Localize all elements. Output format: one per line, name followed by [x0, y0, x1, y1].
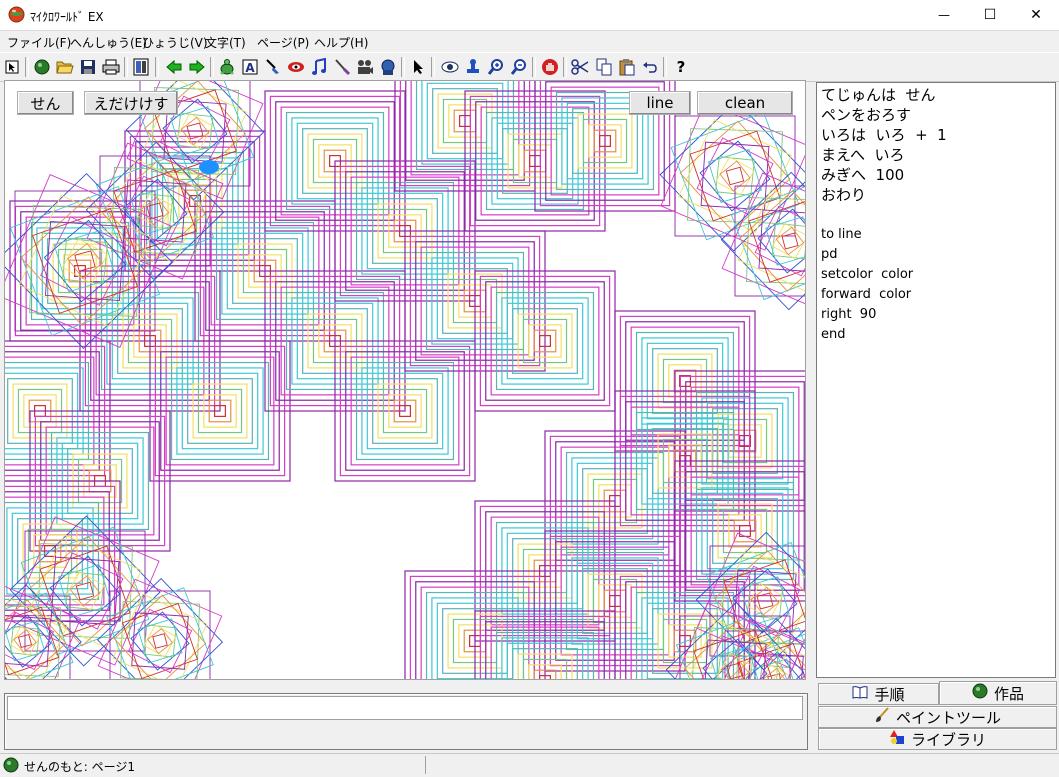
menu-help[interactable]: ヘルプ(H) — [314, 34, 368, 51]
toolbar: A ? — [0, 52, 1059, 82]
stamp-icon[interactable] — [463, 57, 483, 77]
command-area — [4, 693, 808, 750]
planet-icon[interactable] — [32, 57, 52, 77]
close-button[interactable]: ✕ — [1013, 0, 1059, 30]
select-arrow-icon[interactable] — [408, 57, 428, 77]
turtle-sprite[interactable] — [199, 160, 219, 174]
code-line: ペンをおろす — [821, 106, 912, 124]
edakesu-button-label: えだけけす — [93, 94, 169, 113]
book-icon — [852, 685, 868, 703]
help-icon[interactable]: ? — [671, 57, 691, 77]
line-button[interactable]: line — [629, 91, 691, 115]
open-folder-icon[interactable] — [55, 57, 75, 77]
film-icon[interactable] — [355, 57, 375, 77]
back-arrow-icon[interactable] — [164, 57, 184, 77]
minimize-icon: — — [938, 8, 950, 22]
code-line: end — [821, 327, 846, 342]
sound-icon[interactable] — [378, 57, 398, 77]
tab-paint-tool-label: ペイントツール — [895, 708, 1001, 727]
sen-button-label: せん — [30, 94, 61, 113]
code-line: forward color — [821, 287, 912, 302]
undo-icon[interactable] — [640, 57, 660, 77]
turtle-icon[interactable] — [217, 57, 237, 77]
app-globe-icon — [8, 6, 25, 23]
close-icon: ✕ — [1030, 7, 1042, 23]
eye-mask-icon[interactable] — [286, 57, 306, 77]
menu-page[interactable]: ページ(P) — [257, 34, 309, 51]
pointer-icon[interactable] — [2, 57, 22, 77]
brush-icon[interactable] — [332, 57, 352, 77]
line-button-label: line — [646, 94, 674, 112]
planet-icon — [3, 757, 19, 773]
maximize-icon: ☐ — [983, 7, 997, 23]
drawing-canvas[interactable]: せん えだけけす line clean — [4, 80, 806, 680]
menu-view[interactable]: ひょうじ(V) — [142, 34, 208, 51]
text-icon[interactable]: A — [240, 57, 260, 77]
paint-icon[interactable] — [263, 57, 283, 77]
view-icon[interactable] — [440, 57, 460, 77]
code-line: まえへ いろ — [821, 146, 905, 164]
code-line: みぎへ 100 — [821, 166, 905, 184]
tab-works-label: 作品 — [993, 684, 1024, 703]
rose-spiral — [5, 173, 173, 349]
window-title: ﾏｲｸﾛﾜｰﾙﾄﾞ EX — [30, 10, 104, 24]
status-bar: せんのもと: ページ1 — [0, 753, 1059, 777]
sen-button[interactable]: せん — [17, 91, 74, 115]
music-note-icon[interactable] — [309, 57, 329, 77]
tab-procedure[interactable]: 手順 — [818, 683, 939, 705]
paintbrush-icon — [874, 707, 890, 727]
code-line: to line — [821, 227, 862, 242]
command-input[interactable] — [7, 696, 803, 720]
turtle-artwork — [5, 81, 805, 679]
code-line: pd — [821, 247, 838, 262]
menu-bar: ファイル(F) へんしゅう(E) ひょうじ(V) 文字(T) ページ(P) ヘル… — [0, 31, 1059, 51]
title-bar: ﾏｲｸﾛﾜｰﾙﾄﾞ EX — ☐ ✕ — [0, 0, 1059, 31]
copy-icon[interactable] — [594, 57, 614, 77]
page-icon[interactable] — [131, 57, 151, 77]
forward-arrow-icon[interactable] — [187, 57, 207, 77]
print-icon[interactable] — [101, 57, 121, 77]
tab-procedure-label: 手順 — [874, 685, 905, 704]
tab-library-label: ライブラリ — [910, 730, 986, 749]
edakesu-button[interactable]: えだけけす — [84, 91, 178, 115]
menu-file[interactable]: ファイル(F) — [7, 34, 71, 51]
tab-library[interactable]: ライブラリ — [818, 728, 1057, 750]
tab-paint-tool[interactable]: ペイントツール — [818, 706, 1057, 728]
code-line: setcolor color — [821, 267, 914, 282]
code-line: おわり — [821, 186, 867, 204]
code-line: てじゅんは せん — [821, 86, 936, 104]
status-text: せんのもと: ページ1 — [24, 760, 136, 774]
code-line: いろは いろ + 1 — [821, 126, 947, 144]
planet-icon — [972, 683, 988, 703]
zoom-in-icon[interactable] — [486, 57, 506, 77]
save-disk-icon[interactable] — [78, 57, 98, 77]
procedure-editor[interactable]: てじゅんは せん ペンをおろす いろは いろ + 1 まえへ いろ みぎへ 10… — [816, 82, 1056, 678]
shapes-icon — [889, 729, 905, 749]
tab-works[interactable]: 作品 — [939, 681, 1057, 705]
menu-edit[interactable]: へんしゅう(E) — [70, 34, 147, 51]
cut-icon[interactable] — [570, 57, 590, 77]
stop-hand-icon[interactable] — [540, 57, 560, 77]
maximize-button[interactable]: ☐ — [967, 0, 1013, 30]
help-label: ? — [676, 58, 686, 76]
svg-text:A: A — [245, 61, 255, 75]
minimize-button[interactable]: — — [921, 0, 967, 30]
menu-text[interactable]: 文字(T) — [205, 34, 246, 51]
clean-button-label: clean — [724, 94, 766, 112]
paste-icon[interactable] — [617, 57, 637, 77]
clean-button[interactable]: clean — [697, 91, 793, 115]
zoom-out-icon[interactable] — [509, 57, 529, 77]
code-line: right 90 — [821, 307, 877, 322]
